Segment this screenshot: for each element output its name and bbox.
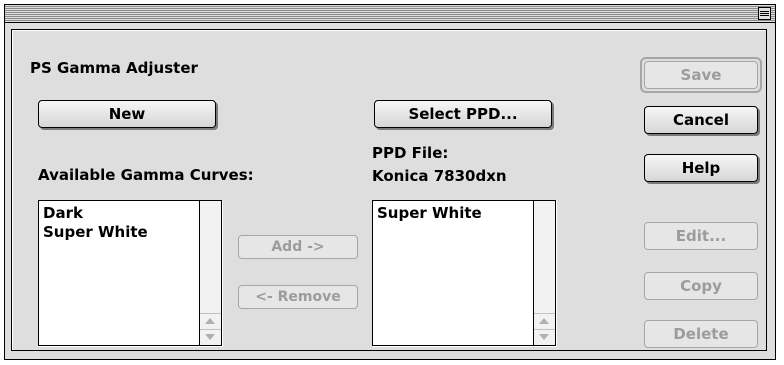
remove-button[interactable]: <- Remove: [238, 285, 358, 309]
collapse-box-icon[interactable]: [758, 7, 771, 20]
copy-button[interactable]: Copy: [644, 272, 758, 300]
save-button[interactable]: Save: [644, 61, 758, 89]
scroll-up-arrow-icon[interactable]: [534, 313, 555, 329]
dialog-window: PS Gamma Adjuster New Select PPD... Avai…: [4, 4, 776, 360]
available-curves-scrollbar[interactable]: [199, 201, 221, 345]
help-button[interactable]: Help: [644, 154, 758, 182]
edit-button[interactable]: Edit...: [644, 222, 758, 250]
ppd-curves-list[interactable]: Super White: [372, 200, 556, 346]
scroll-down-arrow-icon[interactable]: [200, 329, 221, 345]
available-curves-list[interactable]: Dark Super White: [38, 200, 222, 346]
ppd-curves-scrollbar[interactable]: [533, 201, 555, 345]
new-button[interactable]: New: [38, 100, 216, 128]
scroll-up-arrow-icon[interactable]: [200, 313, 221, 329]
available-curves-items: Dark Super White: [43, 204, 197, 242]
delete-button[interactable]: Delete: [644, 320, 758, 348]
scroll-down-arrow-icon[interactable]: [534, 329, 555, 345]
add-button[interactable]: Add ->: [238, 235, 358, 259]
list-item[interactable]: Super White: [43, 223, 197, 242]
ppd-curves-items: Super White: [377, 204, 531, 223]
list-item[interactable]: Dark: [43, 204, 197, 223]
select-ppd-button[interactable]: Select PPD...: [374, 100, 552, 128]
available-curves-label: Available Gamma Curves:: [38, 166, 254, 184]
title-bar[interactable]: [5, 5, 775, 23]
app-title: PS Gamma Adjuster: [30, 59, 198, 77]
list-item[interactable]: Super White: [377, 204, 531, 223]
ppd-file-name: Konica 7830dxn: [372, 167, 507, 185]
cancel-button[interactable]: Cancel: [644, 106, 758, 134]
dialog-content: PS Gamma Adjuster New Select PPD... Avai…: [11, 29, 767, 351]
ppd-file-label: PPD File:: [372, 144, 449, 162]
